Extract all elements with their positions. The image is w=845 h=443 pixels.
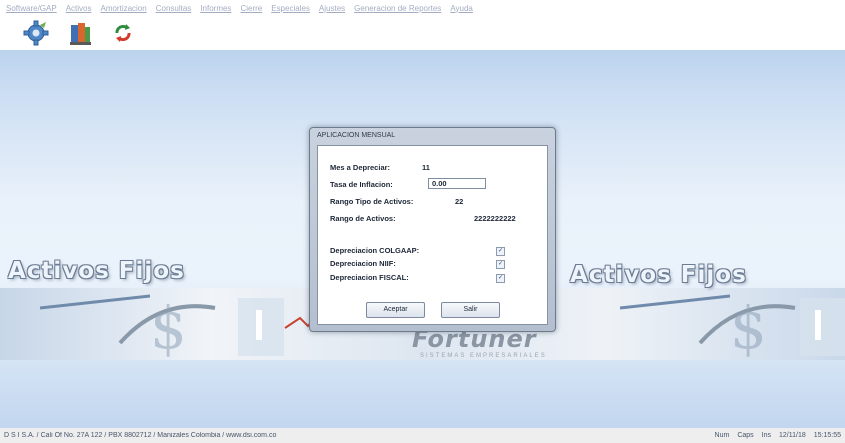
- exit-button[interactable]: Salir: [441, 302, 500, 318]
- settings-gear-icon[interactable]: [22, 19, 50, 47]
- status-bar: D S I S.A. / Cali Of No. 27A 122 / PBX 8…: [0, 428, 845, 443]
- rango-activos-value[interactable]: 2222222222: [474, 214, 516, 223]
- status-company-info: D S I S.A. / Cali Of No. 27A 122 / PBX 8…: [4, 432, 277, 439]
- books-icon[interactable]: [66, 19, 94, 47]
- brand-text-right: Activos Fijos: [570, 262, 747, 288]
- menu-item-cierre[interactable]: Cierre: [240, 4, 262, 13]
- rango-tipo-value[interactable]: 22: [455, 197, 463, 206]
- menu-item-ayuda[interactable]: Ayuda: [450, 4, 473, 13]
- rango-activos-label: Rango de Activos:: [330, 214, 396, 223]
- brand-text-left: Activos Fijos: [8, 258, 185, 284]
- fiscal-checkbox[interactable]: ✓: [496, 274, 505, 283]
- colgaap-label: Depreciacion COLGAAP:: [330, 246, 420, 255]
- accept-button[interactable]: Aceptar: [366, 302, 425, 318]
- svg-text:$: $: [150, 294, 187, 360]
- svg-text:$: $: [730, 294, 767, 360]
- menu-item-reportes[interactable]: Generacion de Reportes: [354, 4, 441, 13]
- menu-item-amortizacion[interactable]: Amortizacion: [100, 4, 146, 13]
- mes-value[interactable]: 11: [422, 163, 430, 172]
- tasa-label: Tasa de Inflacion:: [330, 180, 393, 189]
- status-ins: Ins: [761, 432, 772, 439]
- colgaap-checkbox[interactable]: ✓: [496, 247, 505, 256]
- tasa-input[interactable]: 0.00: [428, 178, 486, 189]
- menu-item-consultas[interactable]: Consultas: [156, 4, 192, 13]
- refresh-icon[interactable]: [112, 19, 134, 47]
- rango-tipo-label: Rango Tipo de Activos:: [330, 197, 414, 206]
- menu-item-informes[interactable]: Informes: [200, 4, 231, 13]
- aplicacion-mensual-dialog: APLICACION MENSUAL Mes a Depreciar: 11 T…: [309, 127, 556, 332]
- niif-label: Depreciacion NIIF:: [330, 259, 396, 268]
- status-indicators: Num Caps Ins 12/11/18 15:15:55: [715, 432, 841, 439]
- menu-bar: Software/GAP Activos Amortizacion Consul…: [0, 0, 845, 16]
- niif-checkbox[interactable]: ✓: [496, 260, 505, 269]
- status-num: Num: [714, 432, 730, 439]
- menu-item-software[interactable]: Software/GAP: [6, 4, 57, 13]
- status-time: 15:15:55: [813, 432, 841, 439]
- mes-label: Mes a Depreciar:: [330, 163, 391, 172]
- status-caps: Caps: [737, 432, 754, 439]
- status-date: 12/11/18: [779, 432, 806, 439]
- dialog-body: Mes a Depreciar: 11 Tasa de Inflacion: 0…: [317, 145, 548, 325]
- fiscal-label: Depreciacion FISCAL:: [330, 273, 409, 282]
- menu-item-ajustes[interactable]: Ajustes: [319, 4, 345, 13]
- dialog-title: APLICACION MENSUAL: [317, 132, 396, 139]
- center-brand-subtitle: SISTEMAS EMPRESARIALES: [420, 353, 547, 359]
- menu-item-especiales[interactable]: Especiales: [271, 4, 310, 13]
- toolbar: [0, 16, 845, 50]
- menu-item-activos[interactable]: Activos: [66, 4, 92, 13]
